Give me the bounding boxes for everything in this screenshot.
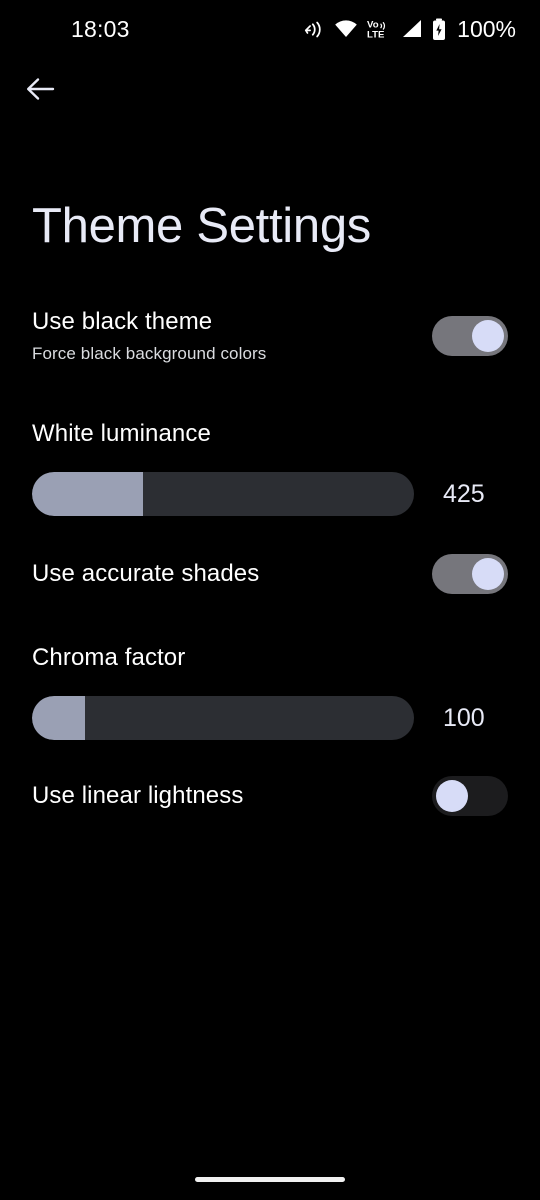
phone-screen: 18:03 Vo LTE 100% Theme Settings Use bla…	[0, 0, 540, 1200]
chroma-factor-label: Chroma factor	[32, 644, 186, 671]
black-theme-title: Use black theme	[32, 307, 213, 335]
slider-fill	[32, 696, 86, 740]
wifi-icon	[334, 19, 358, 39]
status-bar: 18:03 Vo LTE 100%	[0, 0, 540, 58]
status-bar-clock: 18:03	[71, 15, 130, 42]
setting-row-accurate-shades[interactable]: Use accurate shades	[0, 544, 540, 604]
linear-lightness-title: Use linear lightness	[32, 782, 244, 809]
chroma-factor-value: 100	[443, 703, 485, 732]
toggle-thumb	[472, 320, 504, 352]
signal-icon	[401, 19, 423, 39]
linear-lightness-toggle[interactable]	[432, 776, 508, 816]
accurate-shades-toggle[interactable]	[432, 554, 508, 594]
linear-lightness-text: Use linear lightness	[32, 781, 432, 811]
white-luminance-value: 425	[443, 479, 485, 508]
black-theme-text: Use black theme Force black background c…	[32, 307, 432, 365]
black-theme-toggle[interactable]	[432, 316, 508, 356]
white-luminance-label: White luminance	[32, 420, 211, 447]
settings-list: Use black theme Force black background c…	[0, 306, 540, 826]
status-bar-icons: Vo LTE 100%	[304, 15, 516, 42]
battery-icon	[432, 18, 446, 41]
chroma-factor-slider[interactable]	[32, 696, 414, 740]
page-title: Theme Settings	[32, 199, 371, 253]
white-luminance-slider-row[interactable]: 425	[0, 472, 540, 516]
setting-row-black-theme[interactable]: Use black theme Force black background c…	[0, 306, 540, 366]
chroma-factor-slider-row[interactable]: 100	[0, 696, 540, 740]
accurate-shades-title: Use accurate shades	[32, 560, 260, 587]
toggle-thumb	[436, 780, 468, 812]
battery-percent-label: 100%	[457, 15, 516, 42]
volte-icon: Vo LTE	[367, 18, 392, 40]
back-button[interactable]	[16, 67, 64, 115]
accurate-shades-text: Use accurate shades	[32, 559, 432, 589]
black-theme-subtitle: Force black background colors	[32, 343, 267, 363]
arrow-left-icon	[25, 76, 55, 107]
nfc-icon	[304, 19, 325, 40]
svg-text:LTE: LTE	[367, 30, 385, 40]
home-indicator[interactable]	[195, 1177, 345, 1182]
toggle-thumb	[472, 558, 504, 590]
white-luminance-slider[interactable]	[32, 472, 414, 516]
slider-fill	[32, 472, 143, 516]
setting-row-linear-lightness[interactable]: Use linear lightness	[0, 766, 540, 826]
